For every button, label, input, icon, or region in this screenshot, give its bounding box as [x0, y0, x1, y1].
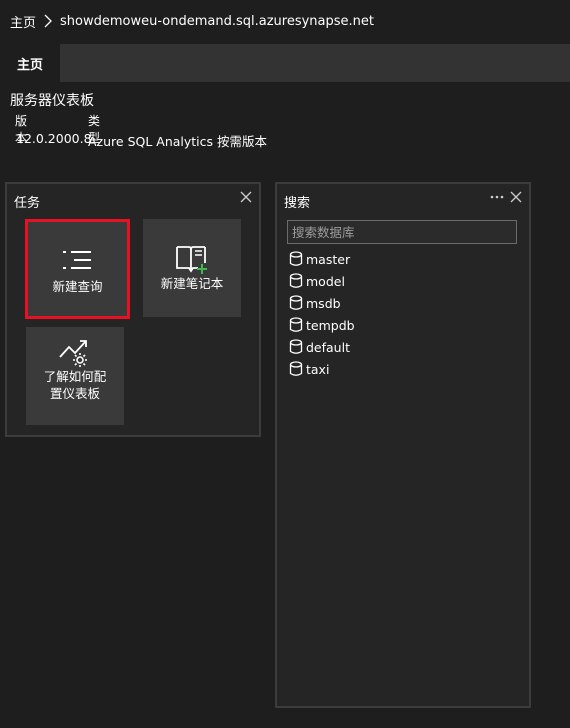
- database-list: master model msdb tempdb default taxi: [289, 248, 355, 380]
- breadcrumb-home[interactable]: 主页: [10, 12, 36, 31]
- database-icon: [289, 317, 303, 332]
- database-name: msdb: [306, 295, 341, 311]
- tab-home[interactable]: 主页: [0, 44, 60, 82]
- list-item[interactable]: master: [289, 248, 355, 270]
- breadcrumb: 主页 showdemoweu-ondemand.sql.azuresynapse…: [0, 0, 570, 42]
- chevron-right-icon: [44, 14, 52, 28]
- list-item[interactable]: msdb: [289, 292, 355, 314]
- page-title: 服务器仪表板: [10, 93, 94, 109]
- database-icon: [289, 251, 303, 266]
- new-notebook-icon: [143, 243, 241, 275]
- list-item[interactable]: tempdb: [289, 314, 355, 336]
- configure-dashboard-label-line2: 置仪表板: [49, 386, 100, 401]
- database-icon: [289, 339, 303, 354]
- new-query-label: 新建查询: [52, 279, 103, 294]
- new-notebook-label: 新建笔记本: [160, 276, 224, 291]
- database-icon: [289, 295, 303, 310]
- database-name: default: [306, 339, 350, 355]
- database-name: tempdb: [306, 317, 355, 333]
- close-icon[interactable]: [509, 189, 523, 203]
- new-query-icon: [28, 248, 127, 272]
- database-name: master: [306, 251, 351, 267]
- configure-dashboard-button[interactable]: 了解如何配 置仪表板: [26, 327, 124, 425]
- database-name: taxi: [306, 361, 330, 377]
- configure-dashboard-icon: [26, 337, 124, 367]
- more-options-icon[interactable]: [489, 189, 505, 203]
- database-search-box: [287, 220, 517, 244]
- version-value: 12.0.2000.8: [16, 131, 92, 146]
- type-value: Azure SQL Analytics 按需版本: [88, 134, 268, 149]
- database-icon: [289, 273, 303, 288]
- database-icon: [289, 361, 303, 376]
- search-widget: 搜索 master model msdb tempdb default: [275, 182, 531, 708]
- breadcrumb-server[interactable]: showdemoweu-ondemand.sql.azuresynapse.ne…: [60, 14, 374, 29]
- list-item[interactable]: default: [289, 336, 355, 358]
- database-name: model: [306, 273, 345, 289]
- search-widget-title: 搜索: [284, 196, 311, 211]
- list-item[interactable]: model: [289, 270, 355, 292]
- configure-dashboard-label-line1: 了解如何配: [43, 369, 107, 384]
- new-notebook-button[interactable]: 新建笔记本: [143, 219, 241, 317]
- new-query-button[interactable]: 新建查询: [25, 219, 130, 319]
- list-item[interactable]: taxi: [289, 358, 355, 380]
- database-search-input[interactable]: [288, 221, 516, 243]
- tab-bar: 主页: [0, 44, 570, 82]
- close-icon[interactable]: [239, 189, 253, 203]
- tasks-widget-title: 任务: [14, 196, 41, 211]
- tasks-widget: 任务 新建查询 新建笔记本 了解如何配 置仪表板: [5, 182, 261, 437]
